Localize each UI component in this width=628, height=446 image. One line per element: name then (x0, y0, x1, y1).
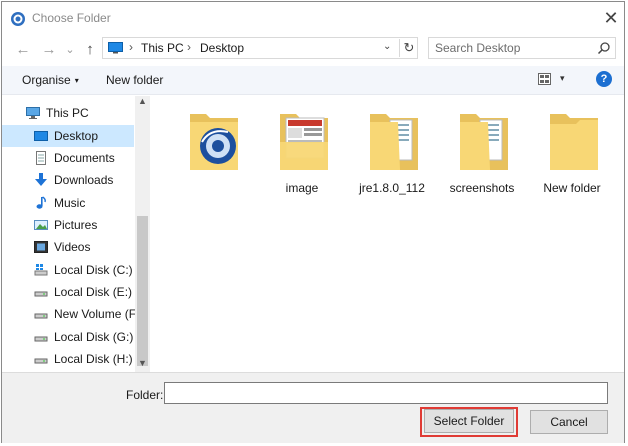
sidebar-item-videos[interactable]: Videos (2, 236, 134, 258)
folder-name-input[interactable] (164, 382, 608, 404)
folder-item[interactable] (172, 108, 252, 194)
scroll-down-icon[interactable]: ▼ (138, 358, 147, 368)
folder-item-label: image (285, 181, 319, 195)
downloads-icon (35, 173, 47, 186)
drive-icon (34, 313, 48, 319)
folder-item-new-folder[interactable]: New folder (532, 108, 612, 195)
sidebar-item-label: Downloads (54, 173, 114, 187)
document-folder-icon (460, 114, 508, 170)
sidebar-item-label: Documents (54, 151, 115, 165)
desktop-icon (34, 131, 48, 141)
sidebar-item-pictures[interactable]: Pictures (2, 214, 134, 236)
command-bar: Organise ▾ New folder ▾ ? (2, 66, 624, 95)
select-folder-button[interactable]: Select Folder (424, 409, 514, 433)
sidebar-item-label: Pictures (54, 218, 98, 232)
sidebar-item-downloads[interactable]: Downloads (2, 169, 134, 191)
videos-icon (34, 241, 48, 253)
drive-icon (34, 336, 48, 342)
pc-icon (108, 42, 123, 54)
sidebar-item-music[interactable]: Music (2, 192, 134, 214)
window-title: Choose Folder (32, 11, 111, 25)
chevron-down-icon[interactable]: ⌄ (383, 41, 391, 52)
app-icon (11, 12, 25, 26)
sidebar-item-desktop[interactable]: Desktop (2, 125, 134, 147)
new-folder-button[interactable]: New folder (106, 73, 163, 87)
dialog-footer: Folder: Select Folder Cancel (2, 372, 624, 443)
organise-menu[interactable]: Organise ▾ (22, 73, 79, 87)
sidebar-item-this-pc[interactable]: This PC (2, 102, 134, 124)
sidebar-item-label: New Volume (F:) (54, 307, 144, 321)
sidebar-item-label: Videos (54, 240, 91, 254)
back-button[interactable]: ← (14, 40, 32, 60)
folder-item-label: New folder (543, 181, 601, 195)
folder-item-jre[interactable]: jre1.8.0_112 (352, 108, 432, 195)
forward-button[interactable]: → (40, 40, 58, 60)
search-box[interactable] (428, 37, 616, 59)
folder-item-label: jre1.8.0_112 (359, 181, 425, 195)
sidebar-item-label: Music (54, 196, 86, 210)
folder-item-screenshots[interactable]: screenshots (442, 108, 522, 195)
folder-view: image jre1.8.0_112 screenshots New folde… (152, 96, 624, 372)
sidebar-item-label: This PC (46, 106, 89, 120)
sidebar-item-label: Desktop (54, 129, 99, 143)
drive-icon (34, 358, 48, 364)
folder-item-label: screenshots (449, 181, 515, 195)
documents-icon (36, 151, 46, 165)
breadcrumb-this-pc[interactable]: This PC (141, 41, 184, 55)
music-icon (36, 196, 46, 209)
folder-label: Folder: (126, 388, 164, 402)
refresh-icon[interactable]: ↻ (399, 39, 418, 57)
sidebar-item-local-disk-h[interactable]: Local Disk (H:) (2, 348, 134, 370)
app-folder-icon (190, 114, 238, 170)
windows-drive-icon (34, 264, 48, 276)
cancel-button[interactable]: Cancel (530, 410, 608, 434)
drive-icon (34, 291, 48, 297)
scrollbar-thumb[interactable] (137, 216, 148, 366)
search-icon[interactable] (597, 41, 611, 55)
address-bar[interactable]: › This PC › Desktop ⌄ ↻ (102, 37, 418, 59)
navigation-pane: This PC Desktop Documents Downloads Musi… (2, 96, 150, 372)
view-options-icon[interactable] (538, 73, 551, 85)
folder-icon (550, 114, 598, 170)
breadcrumb-separator: › (187, 40, 191, 54)
sidebar-item-documents[interactable]: Documents (2, 147, 134, 169)
close-icon[interactable]: ✕ (600, 8, 622, 30)
document-folder-icon (370, 114, 418, 170)
sidebar-item-local-disk-e[interactable]: Local Disk (E:) (2, 281, 134, 303)
caret-down-icon: ▾ (74, 76, 79, 85)
sidebar-item-label: Local Disk (C:) (54, 263, 133, 277)
folder-item-image[interactable]: image (262, 108, 342, 195)
recent-locations-button[interactable]: ⌄ (64, 40, 76, 60)
help-icon[interactable]: ? (596, 71, 612, 87)
breadcrumb-desktop[interactable]: Desktop (200, 41, 244, 55)
sidebar-scrollbar[interactable]: ▲ ▼ (135, 96, 150, 372)
sidebar-item-label: Local Disk (G:) (54, 330, 134, 344)
select-folder-highlight: Select Folder (420, 407, 518, 437)
sidebar-item-local-disk-c[interactable]: Local Disk (C:) (2, 259, 134, 281)
sidebar-item-label: Local Disk (H:) (54, 352, 133, 366)
up-button[interactable]: ↑ (82, 40, 98, 60)
breadcrumb-separator: › (129, 40, 133, 54)
sidebar-item-new-volume-f[interactable]: New Volume (F:) (2, 303, 143, 325)
sidebar-item-label: Local Disk (E:) (54, 285, 133, 299)
view-caret-icon[interactable]: ▾ (560, 73, 565, 84)
organise-label: Organise (22, 73, 71, 87)
scroll-up-icon[interactable]: ▲ (138, 96, 147, 106)
pc-icon (26, 107, 40, 119)
image-folder-icon (280, 114, 328, 170)
pictures-icon (34, 220, 48, 230)
title-bar: Choose Folder ✕ (2, 2, 624, 34)
sidebar-item-local-disk-g[interactable]: Local Disk (G:) (2, 326, 134, 348)
search-input[interactable] (435, 41, 590, 55)
choose-folder-dialog: Choose Folder ✕ ← → ⌄ ↑ › This PC › Desk… (1, 1, 625, 443)
